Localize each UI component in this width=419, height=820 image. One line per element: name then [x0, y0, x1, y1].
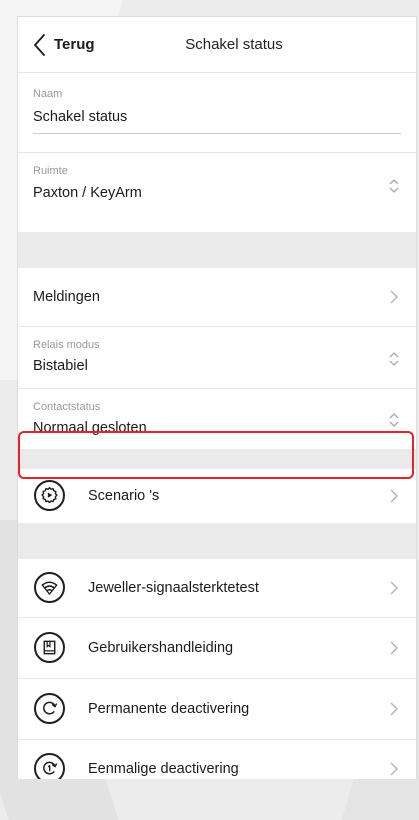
- updown-chevron-icon: [389, 352, 399, 366]
- meldingen-row[interactable]: Meldingen: [18, 268, 416, 326]
- updown-chevron-icon: [389, 179, 399, 193]
- header-bar: Terug Schakel status: [18, 17, 416, 73]
- chevron-right-icon: [390, 290, 398, 304]
- permanent-deactivation-row[interactable]: Permanente deactivering: [18, 679, 416, 739]
- settings-section: Meldingen Relais modus Bistabiel Contact…: [18, 268, 416, 449]
- one-time-deactivation-row[interactable]: Eenmalige deactivering: [18, 740, 416, 779]
- permanent-deactivation-label: Permanente deactivering: [88, 701, 250, 717]
- back-label: Terug: [54, 36, 95, 53]
- scenarios-label: Scenario 's: [88, 488, 160, 504]
- user-manual-book-icon: [34, 632, 65, 663]
- meldingen-label: Meldingen: [33, 289, 100, 305]
- section-gap: [18, 232, 416, 268]
- back-button[interactable]: Terug: [18, 17, 95, 72]
- section-gap: [18, 449, 416, 469]
- room-value: Paxton / KeyArm: [33, 185, 142, 201]
- chevron-right-icon: [390, 641, 398, 655]
- signal-test-label: Jeweller-signaalsterktetest: [88, 580, 259, 596]
- chevron-right-icon: [390, 762, 398, 776]
- details-section: Naam Schakel status Ruimte Paxton / KeyA…: [18, 73, 416, 232]
- contact-status-value: Normaal gesloten: [33, 420, 147, 436]
- relais-mode-value: Bistabiel: [33, 358, 88, 374]
- section-gap: [18, 523, 416, 559]
- chevron-right-icon: [390, 702, 398, 716]
- contact-status-select[interactable]: Contactstatus Normaal gesloten: [18, 389, 416, 449]
- relais-mode-label: Relais modus: [33, 339, 100, 351]
- contact-status-label: Contactstatus: [33, 401, 101, 413]
- chevron-left-icon: [34, 33, 45, 56]
- one-time-deactivation-icon: [34, 753, 65, 779]
- name-label: Naam: [33, 88, 63, 100]
- chevron-right-icon: [390, 489, 398, 503]
- user-manual-label: Gebruikershandleiding: [88, 640, 234, 656]
- permanent-deactivation-icon: [34, 693, 65, 724]
- app-screen: Terug Schakel status Naam Schakel status…: [17, 16, 417, 779]
- scenarios-row[interactable]: Scenario 's: [18, 469, 416, 523]
- room-label: Ruimte: [33, 165, 68, 177]
- scenario-gear-play-icon: [34, 480, 65, 511]
- user-manual-row[interactable]: Gebruikershandleiding: [18, 618, 416, 678]
- relais-mode-select[interactable]: Relais modus Bistabiel: [18, 327, 416, 388]
- device-menu-list: Jeweller-signaalsterktetest Gebruikersha…: [18, 559, 416, 779]
- name-field[interactable]: Naam Schakel status: [18, 73, 416, 152]
- one-time-deactivation-label: Eenmalige deactivering: [88, 761, 239, 777]
- updown-chevron-icon: [389, 413, 399, 427]
- signal-test-row[interactable]: Jeweller-signaalsterktetest: [18, 559, 416, 617]
- signal-strength-icon: [34, 572, 65, 603]
- name-value[interactable]: Schakel status: [33, 109, 127, 125]
- name-underline: [33, 133, 401, 134]
- room-select[interactable]: Ruimte Paxton / KeyArm: [18, 153, 416, 232]
- chevron-right-icon: [390, 581, 398, 595]
